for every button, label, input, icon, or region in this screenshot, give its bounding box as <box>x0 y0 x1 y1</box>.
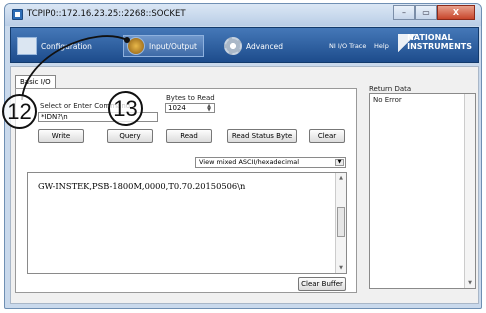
return-data-label: Return Data <box>369 85 412 93</box>
window-title: TCPIP0::172.16.23.25::2268::SOCKET <box>27 9 186 19</box>
configuration-label: Configuration <box>41 41 92 51</box>
minimize-button[interactable]: – <box>393 5 415 20</box>
bytes-to-read-label: Bytes to Read <box>166 94 215 102</box>
input-output-icon <box>127 37 145 55</box>
scroll-thumb[interactable] <box>337 207 345 237</box>
chevron-down-icon[interactable]: ▼ <box>335 159 344 166</box>
callout-12: 12 <box>2 94 37 129</box>
read-button[interactable]: Read <box>166 129 212 143</box>
tab-input-output[interactable]: Input/Output <box>123 35 204 57</box>
basic-io-pane: Select or Enter Command *IDN?\n Bytes to… <box>15 88 357 293</box>
ni-logo-line2: INSTRUMENTS <box>407 42 472 51</box>
output-textbox[interactable]: GW-INSTEK,PSB-1800M,0000,T0.70.20150506\… <box>27 172 347 274</box>
main-toolbar: Configuration Input/Output Advanced NI I… <box>10 27 479 63</box>
spinner-icon[interactable]: ▲ ▼ <box>205 104 213 113</box>
return-data-scrollbar[interactable]: ▼ <box>464 94 475 288</box>
close-button[interactable]: X <box>437 5 475 20</box>
ni-logo-line1: NATIONAL <box>407 33 453 42</box>
write-button[interactable]: Write <box>38 129 84 143</box>
view-mode-select[interactable]: View mixed ASCII/hexadecimal ▼ <box>195 157 346 168</box>
tab-advanced[interactable]: Advanced <box>224 35 283 57</box>
read-status-byte-button[interactable]: Read Status Byte <box>227 129 297 143</box>
bytes-to-read-value: 1024 <box>168 104 186 112</box>
advanced-label: Advanced <box>246 41 284 51</box>
maximize-button[interactable]: ▭ <box>415 5 437 20</box>
scroll-down-icon[interactable]: ▼ <box>465 278 475 288</box>
tab-basic-io[interactable]: Basic I/O <box>15 75 56 89</box>
ni-io-trace-link[interactable]: NI I/O Trace <box>329 35 366 57</box>
view-mode-value: View mixed ASCII/hexadecimal <box>199 158 300 166</box>
help-link[interactable]: Help <box>374 35 389 57</box>
title-bar[interactable]: TCPIP0::172.16.23.25::2268::SOCKET – ▭ X <box>5 4 481 26</box>
bytes-to-read-input[interactable]: 1024 ▲ ▼ <box>165 103 215 113</box>
io-panel: Basic I/O Select or Enter Command *IDN?\… <box>10 66 479 304</box>
instrument-window: TCPIP0::172.16.23.25::2268::SOCKET – ▭ X… <box>4 3 482 309</box>
configuration-icon <box>17 37 37 55</box>
callout-13: 13 <box>108 91 143 126</box>
app-icon <box>12 9 23 20</box>
output-text: GW-INSTEK,PSB-1800M,0000,T0.70.20150506\… <box>38 181 246 191</box>
query-button[interactable]: Query <box>107 129 153 143</box>
scroll-up-icon[interactable]: ▲ <box>336 173 346 183</box>
input-output-label: Input/Output <box>149 41 197 51</box>
clear-buffer-button[interactable]: Clear Buffer <box>298 277 346 291</box>
gear-icon <box>224 37 242 55</box>
output-scrollbar[interactable]: ▲ ▼ <box>335 173 346 273</box>
return-data-value: No Error <box>373 96 402 104</box>
scroll-down-icon[interactable]: ▼ <box>336 263 346 273</box>
ni-logo: NATIONAL INSTRUMENTS <box>407 33 472 51</box>
tab-configuration[interactable]: Configuration <box>17 35 92 57</box>
clear-button[interactable]: Clear <box>309 129 345 143</box>
return-data-box: No Error ▼ <box>369 93 476 289</box>
